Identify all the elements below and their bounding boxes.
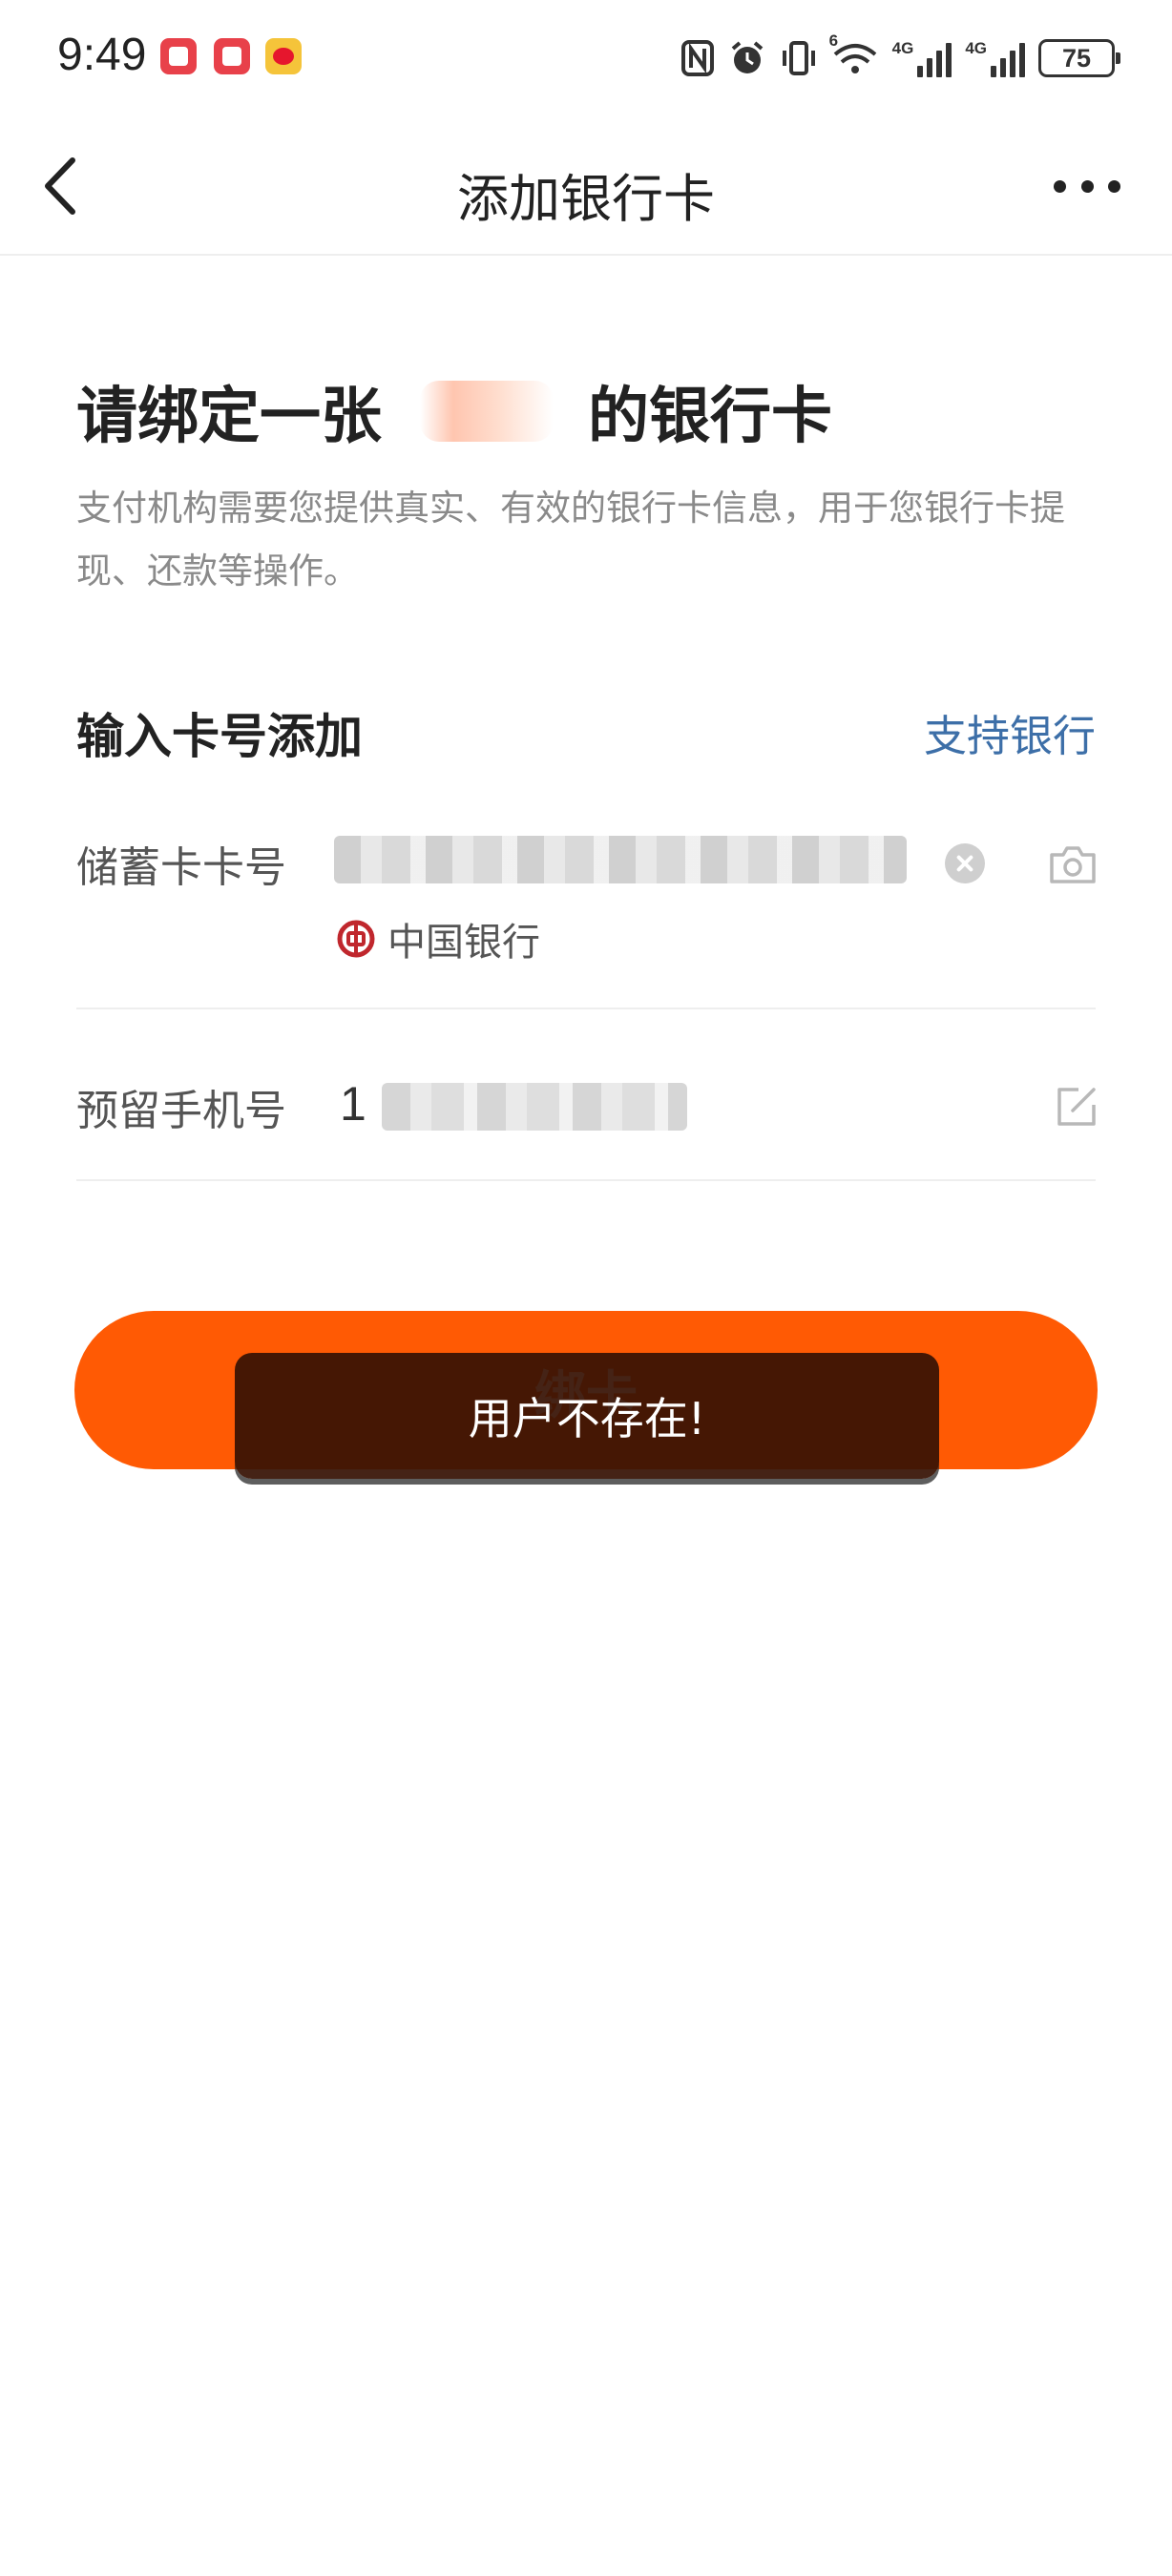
battery-icon: 75	[1038, 39, 1120, 77]
more-icon	[1080, 179, 1094, 193]
divider	[76, 1179, 1096, 1181]
heading-prefix: 请绑定一张	[76, 382, 382, 452]
phone-input[interactable]	[382, 1083, 687, 1131]
card-number-input[interactable]	[334, 836, 907, 883]
network-type-label: 4G	[891, 39, 914, 57]
error-toast: 用户不存在!	[235, 1353, 939, 1479]
more-icon	[1054, 179, 1066, 193]
weibo-notification-icon	[265, 38, 302, 74]
supported-banks-link[interactable]: 支持银行	[924, 701, 1096, 763]
bind-card-heading: 请绑定一张 的银行卡	[76, 367, 832, 455]
notification-app-icon	[214, 38, 250, 74]
wifi-badge: 6	[828, 31, 839, 50]
detected-bank: 中国银行	[336, 911, 540, 966]
section-title: 输入卡号添加	[76, 709, 363, 764]
more-button[interactable]	[1054, 172, 1120, 200]
status-time: 9:49	[57, 30, 147, 80]
system-icons: 6 4G 4G 75	[680, 31, 1120, 82]
camera-icon[interactable]	[1048, 843, 1098, 885]
status-bar: 9:49 6 4G 4G 75	[0, 0, 1172, 114]
bank-of-china-logo-icon	[337, 920, 375, 958]
phone-label: 预留手机号	[76, 1087, 286, 1135]
signal-icon: 4G	[892, 39, 952, 77]
phone-value-prefix: 1	[340, 1077, 366, 1131]
network-type-label: 4G	[965, 39, 987, 57]
divider	[76, 1008, 1096, 1009]
notification-app-icon	[160, 38, 197, 74]
navigation-bar: 添加银行卡	[0, 114, 1172, 256]
wifi-icon: 6	[829, 31, 879, 77]
more-icon	[1108, 179, 1120, 193]
edit-icon[interactable]	[1054, 1084, 1099, 1130]
card-number-label: 储蓄卡卡号	[76, 843, 286, 892]
nfc-icon	[680, 40, 714, 76]
heading-suffix: 的银行卡	[588, 382, 832, 452]
page-title: 添加银行卡	[457, 169, 715, 229]
signal-icon: 4G	[965, 39, 1025, 77]
bank-name: 中国银行	[387, 921, 540, 965]
clear-icon[interactable]	[945, 843, 985, 883]
description-text: 支付机构需要您提供真实、有效的银行卡信息，用于您银行卡提现、还款等操作。	[76, 488, 1065, 592]
alarm-icon	[731, 41, 763, 73]
masked-user-name	[420, 381, 554, 442]
vibrate-icon	[782, 41, 815, 75]
